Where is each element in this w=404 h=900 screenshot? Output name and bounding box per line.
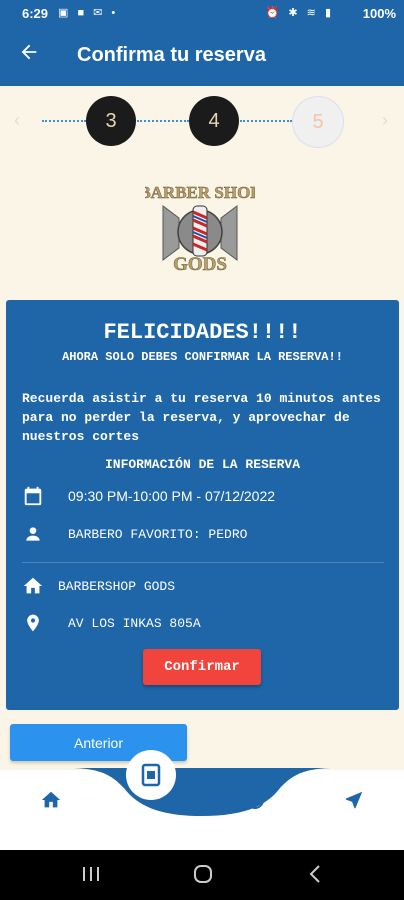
step-connector [42, 120, 86, 122]
location-pin-icon [22, 612, 44, 634]
status-time: 6:29 [22, 6, 49, 21]
svg-text:BARBER SHOP: BARBER SHOP [145, 183, 255, 202]
nav-history-icon[interactable] [240, 786, 268, 814]
nav-navigation-icon[interactable] [340, 786, 368, 814]
address-text: AV LOS INKAS 805A [68, 615, 201, 631]
system-navigation-bar [0, 850, 404, 900]
barber-row: BARBERO FAVORITO: PEDRO [22, 523, 247, 545]
schedule-row: 09:30 PM-10:00 PM - 07/12/2022 [22, 485, 275, 507]
nav-calendar-icon[interactable] [126, 750, 176, 800]
svg-text:GODS: GODS [173, 254, 227, 273]
step-connector [137, 120, 189, 122]
notification-icons: ▣ ■ ✉ • [58, 7, 119, 19]
home-icon [22, 575, 44, 597]
step-indicator: ‹ 3 4 5 › [0, 92, 404, 150]
bottom-navigation [0, 750, 404, 850]
confirm-subheading: AHORA SOLO DEBES CONFIRMAR LA RESERVA!! [62, 350, 343, 364]
step-5: 5 [292, 96, 344, 148]
congrats-heading: FELICIDADES!!!! [103, 320, 302, 345]
battery-level: 100% [362, 6, 396, 21]
address-row: AV LOS INKAS 805A [22, 612, 201, 634]
reservation-card: FELICIDADES!!!! AHORA SOLO DEBES CONFIRM… [6, 300, 399, 710]
status-bar: 6:29 ▣ ■ ✉ • ⏰ ✱ ≋ ▮ 100% [0, 0, 404, 28]
barber-text: BARBERO FAVORITO: PEDRO [68, 526, 248, 542]
step-3: 3 [86, 96, 136, 146]
reservation-info-title: INFORMACIÓN DE LA RESERVA [104, 457, 301, 472]
step-4: 4 [189, 96, 239, 146]
calendar-icon [22, 485, 44, 507]
schedule-text: 09:30 PM-10:00 PM - 07/12/2022 [68, 488, 276, 504]
shop-text: BARBERSHOP GODS [58, 578, 176, 594]
divider [22, 562, 384, 563]
person-icon [22, 523, 44, 545]
reminder-message: Recuerda asistir a tu reserva 10 minutos… [22, 391, 381, 444]
stepper-right-arrow-icon: › [382, 110, 388, 130]
nav-home-icon[interactable] [37, 786, 65, 814]
back-arrow-icon[interactable] [18, 41, 40, 70]
page-title: Confirma tu reserva [77, 44, 266, 66]
step-connector [240, 120, 292, 122]
stepper-left-arrow-icon: ‹ [14, 110, 20, 130]
back-chevron-icon[interactable] [305, 863, 327, 890]
confirm-button[interactable]: Confirmar [143, 649, 261, 685]
system-status-icons: ⏰ ✱ ≋ ▮ [265, 7, 334, 19]
app-bar: Confirma tu reserva [0, 28, 404, 86]
recent-apps-icon[interactable] [80, 863, 102, 890]
barbershop-logo: BARBER SHOP GODS [139, 178, 261, 276]
home-circle-icon[interactable] [192, 863, 214, 890]
shop-row: BARBERSHOP GODS [22, 575, 175, 597]
